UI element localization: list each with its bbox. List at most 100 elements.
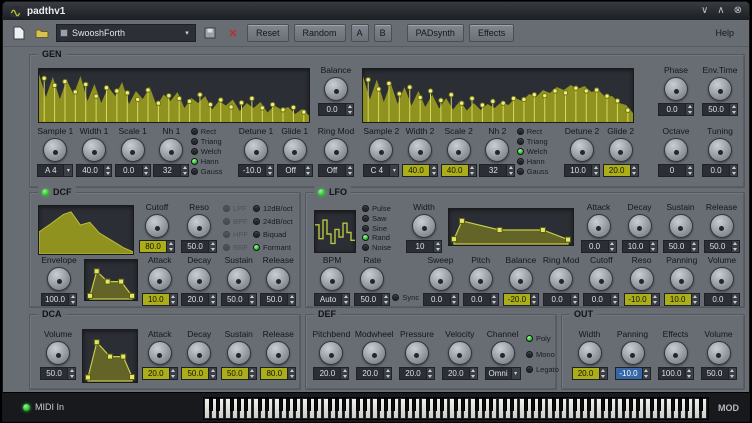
piano-black-key[interactable] <box>678 398 682 411</box>
radio-hpf[interactable]: HPF <box>223 230 252 239</box>
piano-black-key[interactable] <box>531 398 535 411</box>
sample-1-combo[interactable]: A 4▾ <box>37 164 73 177</box>
attack-knob[interactable] <box>148 341 172 365</box>
piano-black-key[interactable] <box>559 398 563 411</box>
radio-brf[interactable]: BRF <box>223 243 252 252</box>
spinner-arrows[interactable] <box>67 368 75 379</box>
volume-knob[interactable] <box>707 341 731 365</box>
volume-value[interactable]: 0.0 <box>704 293 740 306</box>
bpm-knob[interactable] <box>320 267 344 291</box>
width-2-value[interactable]: 40.0 <box>402 164 438 177</box>
spinner-arrows[interactable] <box>685 165 693 176</box>
spinner-arrows[interactable] <box>345 104 353 115</box>
piano-black-key[interactable] <box>307 398 311 411</box>
attack-knob[interactable] <box>148 267 172 291</box>
piano-black-key[interactable] <box>265 398 269 411</box>
piano-black-key[interactable] <box>342 398 346 411</box>
spinner-arrows[interactable] <box>429 165 437 176</box>
sample1-spectrum-display[interactable] <box>38 68 310 123</box>
nh-1-value[interactable]: 32 <box>153 164 189 177</box>
sustain-knob[interactable] <box>669 214 693 238</box>
glide-1-value[interactable]: Off <box>277 164 313 177</box>
dcf-filter-display[interactable] <box>38 205 134 255</box>
sample-1-knob[interactable] <box>43 138 67 162</box>
detune-2-value[interactable]: 10.0 <box>564 164 600 177</box>
piano-black-key[interactable] <box>461 398 465 411</box>
radio-welch[interactable]: Welch <box>191 147 237 156</box>
glide-2-value[interactable]: 20.0 <box>603 164 639 177</box>
pitchbend-knob[interactable] <box>319 341 343 365</box>
piano-black-key[interactable] <box>475 398 479 411</box>
cutoff-value[interactable]: 80.0 <box>139 240 175 253</box>
pressure-knob[interactable] <box>405 341 429 365</box>
piano-black-key[interactable] <box>552 398 556 411</box>
padsynth-button[interactable]: PADsynth <box>407 24 464 42</box>
env-time-value[interactable]: 50.0 <box>702 103 738 116</box>
sustain-value[interactable]: 50.0 <box>221 367 257 380</box>
effects-button[interactable]: Effects <box>469 24 514 42</box>
decay-value[interactable]: 50.0 <box>181 367 217 380</box>
channel-knob[interactable] <box>491 341 515 365</box>
decay-knob[interactable] <box>628 214 652 238</box>
reset-button[interactable]: Reset <box>247 24 289 42</box>
release-knob[interactable] <box>266 267 290 291</box>
rate-knob[interactable] <box>360 267 384 291</box>
scale-2-value[interactable]: 40.0 <box>441 164 477 177</box>
reso-value[interactable]: -10.0 <box>624 293 660 306</box>
spinner-arrows[interactable] <box>248 368 256 379</box>
spinner-arrows[interactable] <box>103 165 111 176</box>
open-preset-icon[interactable] <box>33 24 51 42</box>
spinner-arrows[interactable] <box>685 104 693 115</box>
midi-in-indicator[interactable]: MIDI In <box>23 402 64 412</box>
piano-black-key[interactable] <box>412 398 416 411</box>
radio-noise[interactable]: Noise <box>362 243 404 252</box>
spinner-arrows[interactable] <box>180 165 188 176</box>
radio-gauss[interactable]: Gauss <box>517 167 563 176</box>
effects-knob[interactable] <box>664 341 688 365</box>
spinner-arrows[interactable] <box>691 294 699 305</box>
width-1-knob[interactable] <box>82 138 106 162</box>
spinner-arrows[interactable] <box>468 165 476 176</box>
rate-value[interactable]: 50.0 <box>354 293 390 306</box>
spinner-arrows[interactable] <box>287 294 295 305</box>
spinner-arrows[interactable] <box>142 165 150 176</box>
attack-value[interactable]: 20.0 <box>142 367 178 380</box>
delete-preset-icon[interactable]: ✕ <box>224 24 242 42</box>
piano-black-key[interactable] <box>230 398 234 411</box>
balance-value[interactable]: 0.0 <box>318 103 354 116</box>
radio-lpf[interactable]: LPF <box>223 204 252 213</box>
radio-rect[interactable]: Rect <box>517 127 563 136</box>
piano-black-key[interactable] <box>433 398 437 411</box>
piano-black-key[interactable] <box>699 398 703 411</box>
b-button[interactable]: B <box>374 24 392 42</box>
random-button[interactable]: Random <box>294 24 346 42</box>
sustain-value[interactable]: 50.0 <box>221 293 257 306</box>
spinner-arrows[interactable] <box>166 241 174 252</box>
nh-1-knob[interactable] <box>159 138 183 162</box>
radio-24db-oct[interactable]: 24dB/oct <box>253 217 298 226</box>
sweep-value[interactable]: 0.0 <box>423 293 459 306</box>
mod-label[interactable]: MOD <box>718 403 739 413</box>
nh-2-knob[interactable] <box>485 138 509 162</box>
radio-biquad[interactable]: Biquad <box>253 230 298 239</box>
volume-value[interactable]: 50.0 <box>40 367 76 380</box>
radio-formant[interactable]: Formant <box>253 243 298 252</box>
spinner-arrows[interactable] <box>591 165 599 176</box>
lfo-envelope-display[interactable] <box>448 208 574 246</box>
sync-checkbox[interactable]: Sync <box>392 293 420 302</box>
decay-knob[interactable] <box>187 341 211 365</box>
panning-value[interactable]: 10.0 <box>664 293 700 306</box>
a-button[interactable]: A <box>351 24 369 42</box>
piano-black-key[interactable] <box>440 398 444 411</box>
spinner-arrows[interactable] <box>630 165 638 176</box>
width-value[interactable]: 10 <box>406 240 442 253</box>
spinner-arrows[interactable] <box>729 104 737 115</box>
piano-black-key[interactable] <box>503 398 507 411</box>
panning-knob[interactable] <box>621 341 645 365</box>
spinner-arrows[interactable] <box>490 294 498 305</box>
nh-2-value[interactable]: 32 <box>479 164 515 177</box>
piano-black-key[interactable] <box>657 398 661 411</box>
lfo-led[interactable] <box>318 189 325 196</box>
piano-black-key[interactable] <box>510 398 514 411</box>
balance-knob[interactable] <box>324 77 348 101</box>
